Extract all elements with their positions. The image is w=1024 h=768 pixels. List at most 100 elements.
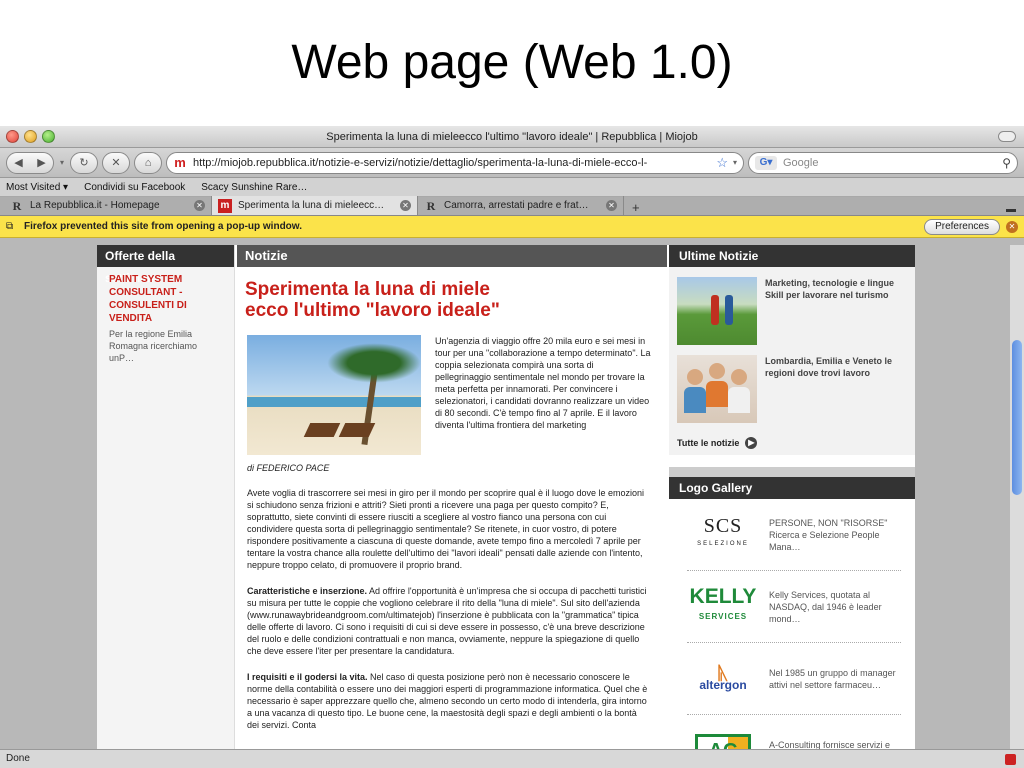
close-window-button[interactable] <box>6 130 19 143</box>
logo-gallery-item[interactable]: KELLY SERVICES Kelly Services, quotata al… <box>687 577 901 643</box>
paragraph-text: Ad offrire l'opportunità è un'impresa ch… <box>247 586 647 656</box>
tab-close-icon[interactable]: ✕ <box>194 200 205 211</box>
hikers-photo[interactable] <box>677 277 757 345</box>
navigation-toolbar: ◀ ▶ ▾ ↻ ✕ ⌂ m http://miojob.repubblica.i… <box>0 148 1024 178</box>
paragraph-heading: I requisiti e il godersi la vita. <box>247 672 368 682</box>
back-forward-buttons: ◀ ▶ <box>6 151 54 174</box>
minimize-window-button[interactable] <box>24 130 37 143</box>
search-engine-icon[interactable]: G▾ <box>755 155 777 170</box>
offer-title-link[interactable]: PAINT SYSTEM CONSULTANT - CONSULENTI DI … <box>109 273 224 325</box>
kelly-logo[interactable]: KELLY SERVICES <box>687 582 759 632</box>
history-dropdown-icon[interactable]: ▾ <box>60 158 64 167</box>
article-title: Sperimenta la luna di miele ecco l'ultim… <box>245 279 657 321</box>
stop-icon: ✕ <box>111 157 121 169</box>
bookmark-facebook[interactable]: Condividi su Facebook <box>84 182 185 193</box>
security-status-icon[interactable] <box>1005 754 1016 765</box>
logo-description[interactable]: A-Consulting fornisce servizi e consulen… <box>769 739 901 749</box>
news-section-heading: Notizie <box>237 245 667 267</box>
article-header: Un'agenzia di viaggio offre 20 mila euro… <box>247 335 659 455</box>
article-lead: Un'agenzia di viaggio offre 20 mila euro… <box>435 336 651 430</box>
offer-description[interactable]: Per la regione Emilia Romagna ricerchiam… <box>109 328 224 364</box>
logo-description[interactable]: Nel 1985 un gruppo di manager attivi nel… <box>769 667 901 691</box>
logo-description[interactable]: PERSONE, NON "RISORSE" Ricerca e Selezio… <box>769 517 901 553</box>
page-viewport: Offerte della settimana PAINT SYSTEM CON… <box>0 245 1024 749</box>
scs-logo-mark: SCS <box>703 514 743 537</box>
news-item-title[interactable]: Marketing, tecnologie e lingue Skill per… <box>765 277 905 345</box>
tab-repubblica-home[interactable]: R La Repubblica.it - Homepage ✕ <box>4 196 212 215</box>
web-page: Offerte della settimana PAINT SYSTEM CON… <box>97 245 915 749</box>
search-icon[interactable]: ⚲ <box>1002 156 1011 170</box>
back-arrow-icon[interactable]: ◀ <box>7 156 30 169</box>
preferences-button[interactable]: Preferences <box>924 218 1000 235</box>
toolbar-toggle-button[interactable] <box>998 131 1016 142</box>
bookmarks-toolbar: Most Visited ▾ Condividi su Facebook Sca… <box>0 178 1024 197</box>
logo-gallery-item[interactable]: ᚣ altergon Nel 1985 un gruppo di manager … <box>687 649 901 715</box>
stop-button[interactable]: ✕ <box>102 151 131 174</box>
url-text[interactable]: http://miojob.repubblica.it/notizie-e-se… <box>193 157 713 169</box>
bookmark-most-visited[interactable]: Most Visited ▾ <box>6 182 68 193</box>
tab-camorra-article[interactable]: R Camorra, arrestati padre e frat… ✕ <box>418 196 624 215</box>
beach-photo <box>247 335 421 455</box>
all-news-link[interactable]: Tutte le notizie ▶ <box>677 437 915 449</box>
tab-label: Sperimenta la luna di mieleecc… <box>238 200 385 211</box>
altergon-logo-mark: altergon <box>699 677 747 692</box>
new-tab-button[interactable]: + <box>624 200 648 215</box>
arrow-right-icon[interactable]: ▶ <box>745 437 758 449</box>
reload-button[interactable]: ↻ <box>70 151 99 174</box>
news-item-title[interactable]: Lombardia, Emilia e Veneto le regioni do… <box>765 355 905 423</box>
search-input[interactable]: Google <box>783 157 1002 169</box>
scrollbar-thumb[interactable] <box>1012 340 1022 495</box>
article-byline: di FEDERICO PACE <box>247 463 330 473</box>
popup-close-icon[interactable]: ✕ <box>1006 220 1018 233</box>
kelly-logo-sub: SERVICES <box>698 611 748 621</box>
bookmark-scacy[interactable]: Scacy Sunshine Rare… <box>201 182 307 193</box>
news-item[interactable]: Marketing, tecnologie e lingue Skill per… <box>677 267 905 345</box>
reload-icon: ↻ <box>79 157 89 169</box>
miojob-favicon-icon: m <box>218 198 232 213</box>
all-news-label[interactable]: Tutte le notizie <box>677 438 739 448</box>
paragraph-heading: Caratteristiche e inserzione. <box>247 586 368 596</box>
article-paragraph: Avete voglia di trascorrere sei mesi in … <box>247 488 645 570</box>
forward-arrow-icon[interactable]: ▶ <box>30 156 53 169</box>
home-button[interactable]: ⌂ <box>134 151 163 174</box>
tab-label: Camorra, arrestati padre e frat… <box>444 200 589 211</box>
logo-gallery-item[interactable]: SCS SELEZIONE PERSONE, NON "RISORSE" Rice… <box>687 505 901 571</box>
search-bar[interactable]: G▾ Google ⚲ <box>748 151 1018 174</box>
divider <box>669 467 915 477</box>
logo-gallery-heading: Logo Gallery <box>669 477 915 499</box>
article-column: Notizie Sperimenta la luna di miele ecco… <box>237 245 667 749</box>
tab-miojob-article[interactable]: m Sperimenta la luna di mieleecc… ✕ <box>212 196 418 215</box>
site-favicon-icon: m <box>174 154 186 170</box>
status-text: Done <box>6 753 30 764</box>
article-paragraph: Caratteristiche e inserzione. Ad offrire… <box>247 585 649 657</box>
zoom-window-button[interactable] <box>42 130 55 143</box>
home-icon: ⌂ <box>144 156 152 169</box>
window-title: Sperimenta la luna di mieleecco l'ultimo… <box>326 131 698 143</box>
tab-label: La Repubblica.it - Homepage <box>30 200 160 211</box>
news-item[interactable]: Lombardia, Emilia e Veneto le regioni do… <box>677 355 905 423</box>
sidebar-column: Ultime Notizie Marketing, tecnologie e l… <box>669 245 915 749</box>
url-bar[interactable]: m http://miojob.repubblica.it/notizie-e-… <box>166 151 744 174</box>
tab-list-menu-icon[interactable]: ▬ <box>998 204 1024 215</box>
altergon-logo[interactable]: ᚣ altergon <box>687 654 759 704</box>
logo-gallery-item[interactable]: AC A-Consulting fornisce servizi e consu… <box>687 721 901 749</box>
browser-window: Sperimenta la luna di mieleecco l'ultimo… <box>0 126 1024 768</box>
kelly-logo-mark: KELLY <box>689 584 757 608</box>
article-title-line1: Sperimenta la luna di miele <box>245 279 490 300</box>
vertical-scrollbar[interactable] <box>1010 245 1024 749</box>
tab-close-icon[interactable]: ✕ <box>606 200 617 211</box>
tab-close-icon[interactable]: ✕ <box>400 200 411 211</box>
logo-description[interactable]: Kelly Services, quotata al NASDAQ, dal 1… <box>769 589 901 625</box>
offers-column: Offerte della settimana PAINT SYSTEM CON… <box>97 245 235 749</box>
a-consulting-logo[interactable]: AC <box>687 726 759 749</box>
offers-heading: Offerte della settimana <box>97 245 234 285</box>
scs-logo[interactable]: SCS SELEZIONE <box>687 510 759 560</box>
people-photo[interactable] <box>677 355 757 423</box>
latest-news-box: Marketing, tecnologie e lingue Skill per… <box>669 267 915 455</box>
bookmark-star-icon[interactable]: ☆ <box>716 155 728 171</box>
article-paragraph: I requisiti e il godersi la vita. Nel ca… <box>247 671 649 731</box>
popup-blocked-icon: ⧉ <box>6 220 14 232</box>
article-title-line2: ecco l'ultimo "lavoro ideale" <box>245 300 500 321</box>
slide-title: Web page (Web 1.0) <box>291 36 733 89</box>
url-dropdown-icon[interactable]: ▾ <box>733 158 737 167</box>
